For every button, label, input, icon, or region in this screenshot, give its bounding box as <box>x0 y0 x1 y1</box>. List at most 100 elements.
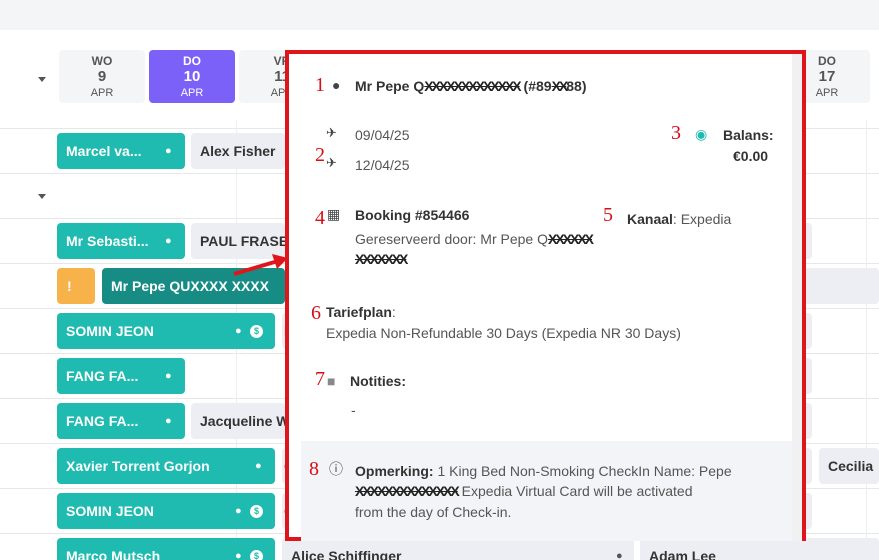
column-divider <box>866 120 867 560</box>
guest-name: SOMIN JEON <box>66 503 154 519</box>
rateplan: Tariefplan: <box>326 304 396 320</box>
coin-icon: $ <box>250 313 263 349</box>
annotation-number: 2 <box>315 144 325 166</box>
guest-name: Mr Pepe QUXXXX XXXX <box>111 278 269 294</box>
guest-name: SOMIN JEON <box>66 323 154 339</box>
plane-landing-icon: ✈ <box>326 125 337 140</box>
annotation-number: 5 <box>603 204 613 226</box>
remark-line-2: XXXXXXXXXXXXXX Expedia Virtual Card will… <box>355 483 693 499</box>
person-icon: ● <box>616 550 623 560</box>
booking-bar[interactable]: FANG FA... ● <box>57 403 185 439</box>
warning-flag[interactable]: ! <box>57 268 95 304</box>
remark-label: Opmerking: <box>355 463 434 479</box>
day-month: APR <box>180 87 204 99</box>
person-icon: ● <box>165 235 172 247</box>
booking-bar[interactable]: Jacqueline Wi <box>191 403 285 439</box>
chat-icon: ■ <box>327 373 336 389</box>
booking-bar[interactable]: Marco Mutsch ● $ <box>57 538 275 560</box>
reserved-by-name: Gereserveerd door: Mr Pepe Q <box>355 231 548 247</box>
person-icon: ● <box>165 370 172 382</box>
day-number: 9 <box>97 68 107 85</box>
annotation-number: 1 <box>315 74 325 96</box>
guest-name: Xavier Torrent Gorjon <box>66 458 210 474</box>
departure-date: 12/04/25 <box>355 157 410 173</box>
guest-name: Marcel va... <box>66 143 142 159</box>
person-icon: ● <box>235 550 242 560</box>
guest-name: Alice Schiffinger <box>291 548 402 560</box>
day-month: APR <box>90 87 114 99</box>
person-icon: ● <box>165 415 172 427</box>
annotation-number: 6 <box>311 302 321 324</box>
collapse-caret-icon[interactable] <box>38 194 46 199</box>
booking-bar[interactable]: Xavier Torrent Gorjon ● <box>57 448 275 484</box>
booking-number: Booking #854466 <box>355 207 470 223</box>
guest-name: Mr Pepe Q <box>355 78 425 94</box>
booking-bar[interactable]: Mr Sebasti... ● <box>57 223 185 259</box>
remark-text: 1 King Bed Non-Smoking CheckIn Name: Pep… <box>433 463 732 479</box>
rateplan-colon: : <box>391 304 396 320</box>
guest-name: Cecilia <box>828 458 874 474</box>
remark-line-3: from the day of Check-in. <box>355 504 512 520</box>
collapse-caret-icon[interactable] <box>38 77 46 82</box>
remark-line-1: Opmerking: 1 King Bed Non-Smoking CheckI… <box>355 463 732 479</box>
calendar-icon: ▦ <box>327 206 341 222</box>
notes-value: - <box>351 402 356 418</box>
booking-bar[interactable]: FANG FA... ● <box>57 358 185 394</box>
booking-bar[interactable]: Adam Lee <box>640 538 879 560</box>
annotation-number: 7 <box>315 368 325 390</box>
balance-label: Balans: <box>723 127 774 143</box>
person-icon: ● <box>235 325 242 337</box>
booking-bar[interactable]: SOMIN JEON ● $ <box>57 313 275 349</box>
guest-name: FANG FA... <box>66 368 139 384</box>
annotation-number: 8 <box>309 458 319 480</box>
top-bar <box>0 0 879 30</box>
notes-label: Notities: <box>350 373 406 389</box>
redacted-name: XXXXXXX <box>355 251 408 267</box>
warning-icon: ! <box>67 278 72 294</box>
arrival-date: 09/04/25 <box>355 127 410 143</box>
plane-takeoff-icon: ✈ <box>326 155 337 170</box>
reserved-by: Gereserveerd door: Mr Pepe QXXXXXX <box>355 231 594 247</box>
booking-bar[interactable]: SOMIN JEON ● $ <box>57 493 275 529</box>
guest-id-prefix: (#89 <box>519 78 552 94</box>
day-column-do-10[interactable]: DO 10 APR <box>149 50 235 103</box>
booking-bar[interactable]: Alex Fisher <box>191 133 285 169</box>
info-icon: ⓘ <box>329 461 343 477</box>
coin-icon: ◉ <box>695 126 708 142</box>
rateplan-label: Tariefplan <box>326 304 392 320</box>
day-column-wo-9[interactable]: WO 9 APR <box>59 50 145 103</box>
person-icon: ● <box>255 460 262 472</box>
guest-name: Adam Lee <box>649 548 716 560</box>
guest-name: Marco Mutsch <box>66 548 161 560</box>
booking-detail-popup[interactable]: 1 2 3 4 5 6 7 8 ● Mr Pepe QXXXXXXXXXXXXX… <box>285 50 806 541</box>
annotation-arrow <box>233 254 288 276</box>
guest-name: Mr Sebasti... <box>66 233 149 249</box>
coin-icon: $ <box>250 493 263 529</box>
annotation-number: 3 <box>671 122 681 144</box>
guest-name: Alex Fisher <box>200 143 276 159</box>
booking-bar[interactable]: Marcel va... ● <box>57 133 185 169</box>
annotation-number: 4 <box>315 207 325 229</box>
person-icon: ● <box>332 77 341 93</box>
reserved-by-cont: XXXXXXX <box>355 251 408 267</box>
day-number: 10 <box>183 68 201 85</box>
guest-name: PAUL FRASER <box>200 233 285 249</box>
channel: Kanaal: Expedia <box>627 211 731 227</box>
rateplan-value: Expedia Non-Refundable 30 Days (Expedia … <box>326 325 681 341</box>
redacted-name: XXXXXX <box>547 231 594 247</box>
person-icon: ● <box>165 145 172 157</box>
channel-label: Kanaal <box>627 211 673 227</box>
channel-value: : Expedia <box>672 211 732 227</box>
day-name: DO <box>183 54 201 68</box>
guest-id-end: 88) <box>566 78 587 94</box>
booking-bar[interactable]: Alice Schiffinger ● <box>282 538 634 560</box>
person-icon: ● <box>235 505 242 517</box>
guest-line: Mr Pepe QXXXXXXXXXXXXX (#89XX88) <box>355 78 587 94</box>
day-name: WO <box>91 54 113 68</box>
guest-name: Jacqueline Wi <box>200 413 285 429</box>
balance-value: €0.00 <box>733 148 769 164</box>
booking-bar[interactable]: Cecilia <box>819 448 879 484</box>
popup-scrollbar[interactable] <box>792 54 802 541</box>
redacted-name: XXXXXXXXXXXXX <box>424 78 521 94</box>
coin-icon: $ <box>250 538 263 560</box>
